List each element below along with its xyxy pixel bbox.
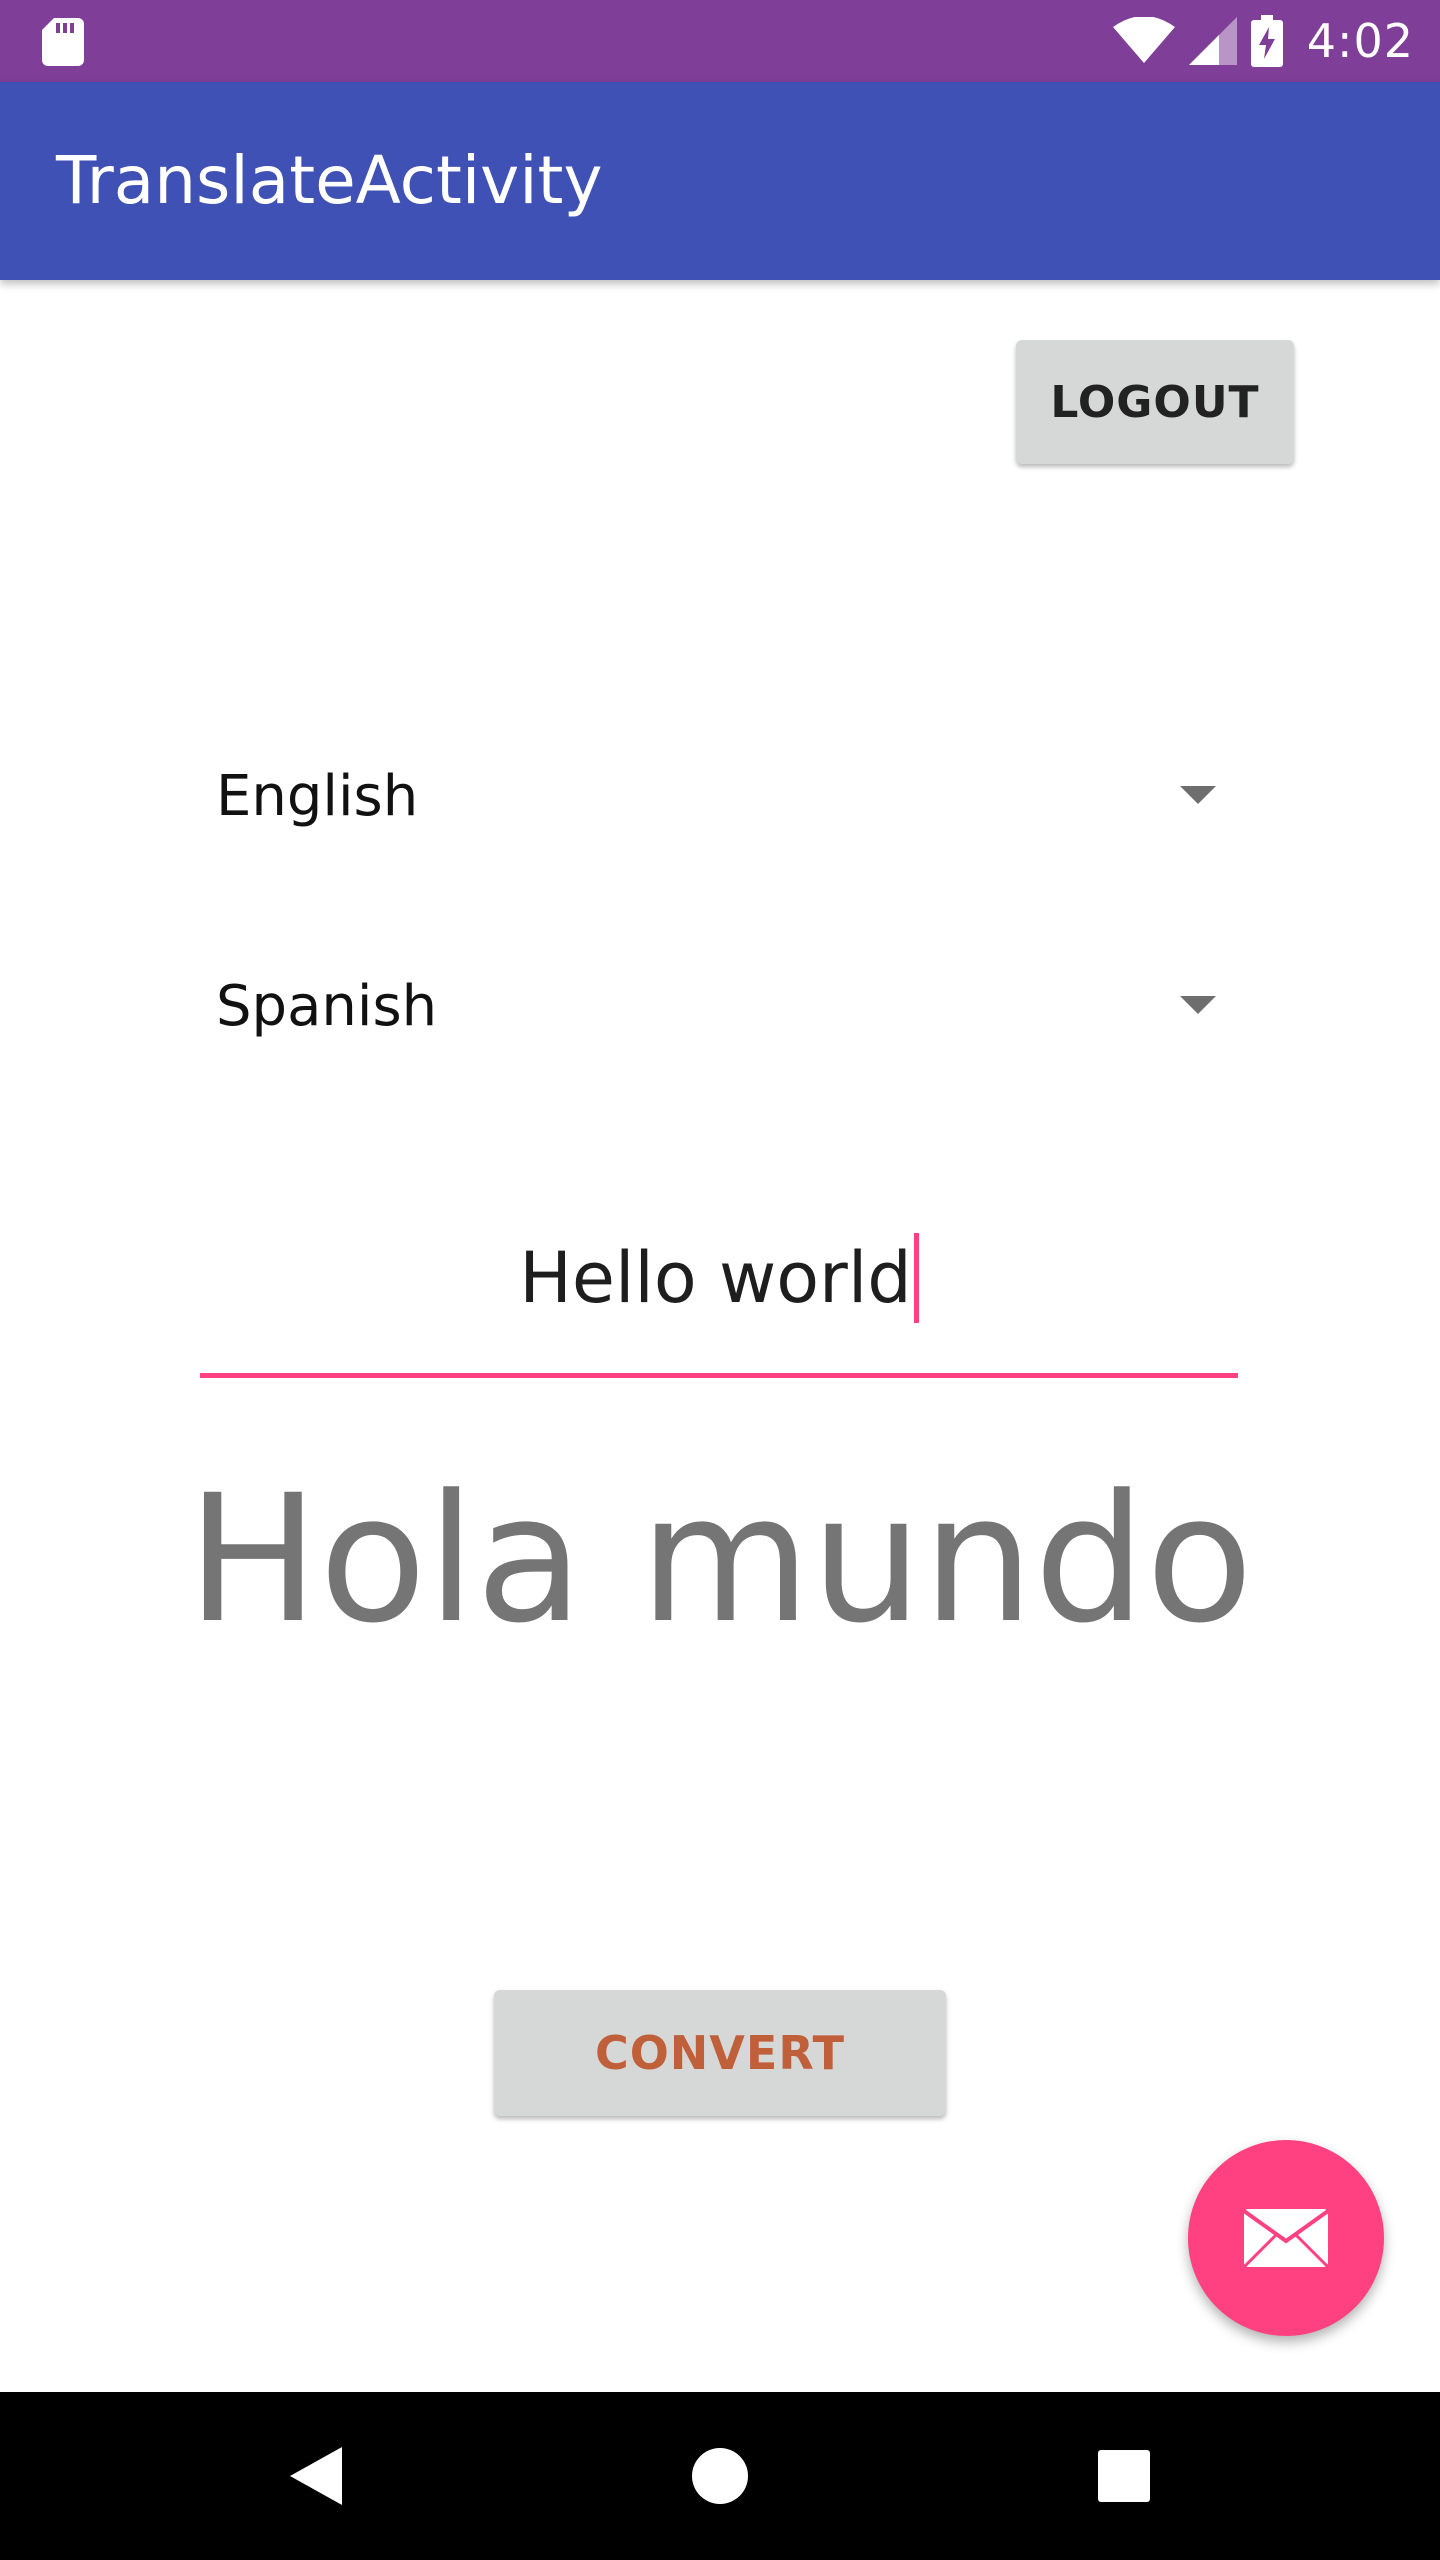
screen: 4:02 TranslateActivity LOGOUT English Sp… (0, 0, 1440, 2560)
convert-button[interactable]: CONVERT (494, 1990, 946, 2116)
convert-button-label: CONVERT (594, 2026, 846, 2080)
sd-card-icon (42, 18, 84, 66)
text-cursor (913, 1232, 919, 1323)
logout-button[interactable]: LOGOUT (1016, 340, 1294, 464)
wifi-icon (1112, 17, 1175, 63)
battery-charging-icon (1250, 15, 1283, 67)
target-language-spinner[interactable]: Spanish (216, 952, 1216, 1062)
status-time: 4:02 (1306, 14, 1414, 68)
navigation-bar (0, 2392, 1440, 2560)
source-language-value: English (216, 764, 419, 829)
nav-home-button[interactable] (640, 2392, 800, 2560)
back-icon (290, 2447, 342, 2505)
mail-icon (1242, 2209, 1330, 2269)
nav-back-button[interactable] (236, 2392, 396, 2560)
logout-button-label: LOGOUT (1050, 376, 1260, 428)
text-input-content: Hello world (200, 1220, 1238, 1336)
status-icons: 4:02 (1112, 0, 1414, 82)
app-bar: TranslateActivity (0, 82, 1440, 280)
nav-recents-button[interactable] (1044, 2392, 1204, 2560)
email-fab[interactable] (1188, 2140, 1384, 2336)
text-input-value: Hello world (519, 1237, 912, 1319)
dropdown-arrow-icon (1180, 996, 1216, 1014)
status-bar: 4:02 (0, 0, 1440, 82)
home-icon (692, 2448, 748, 2504)
app-title: TranslateActivity (56, 142, 603, 219)
recents-icon (1098, 2450, 1150, 2502)
text-input-underline (200, 1373, 1238, 1378)
target-language-value: Spanish (216, 974, 438, 1039)
cell-signal-icon (1188, 17, 1237, 65)
source-language-spinner[interactable]: English (216, 742, 1216, 852)
translation-output: Hola mundo (186, 1457, 1254, 1662)
text-input[interactable]: Hello world (200, 1200, 1238, 1378)
dropdown-arrow-icon (1180, 786, 1216, 804)
